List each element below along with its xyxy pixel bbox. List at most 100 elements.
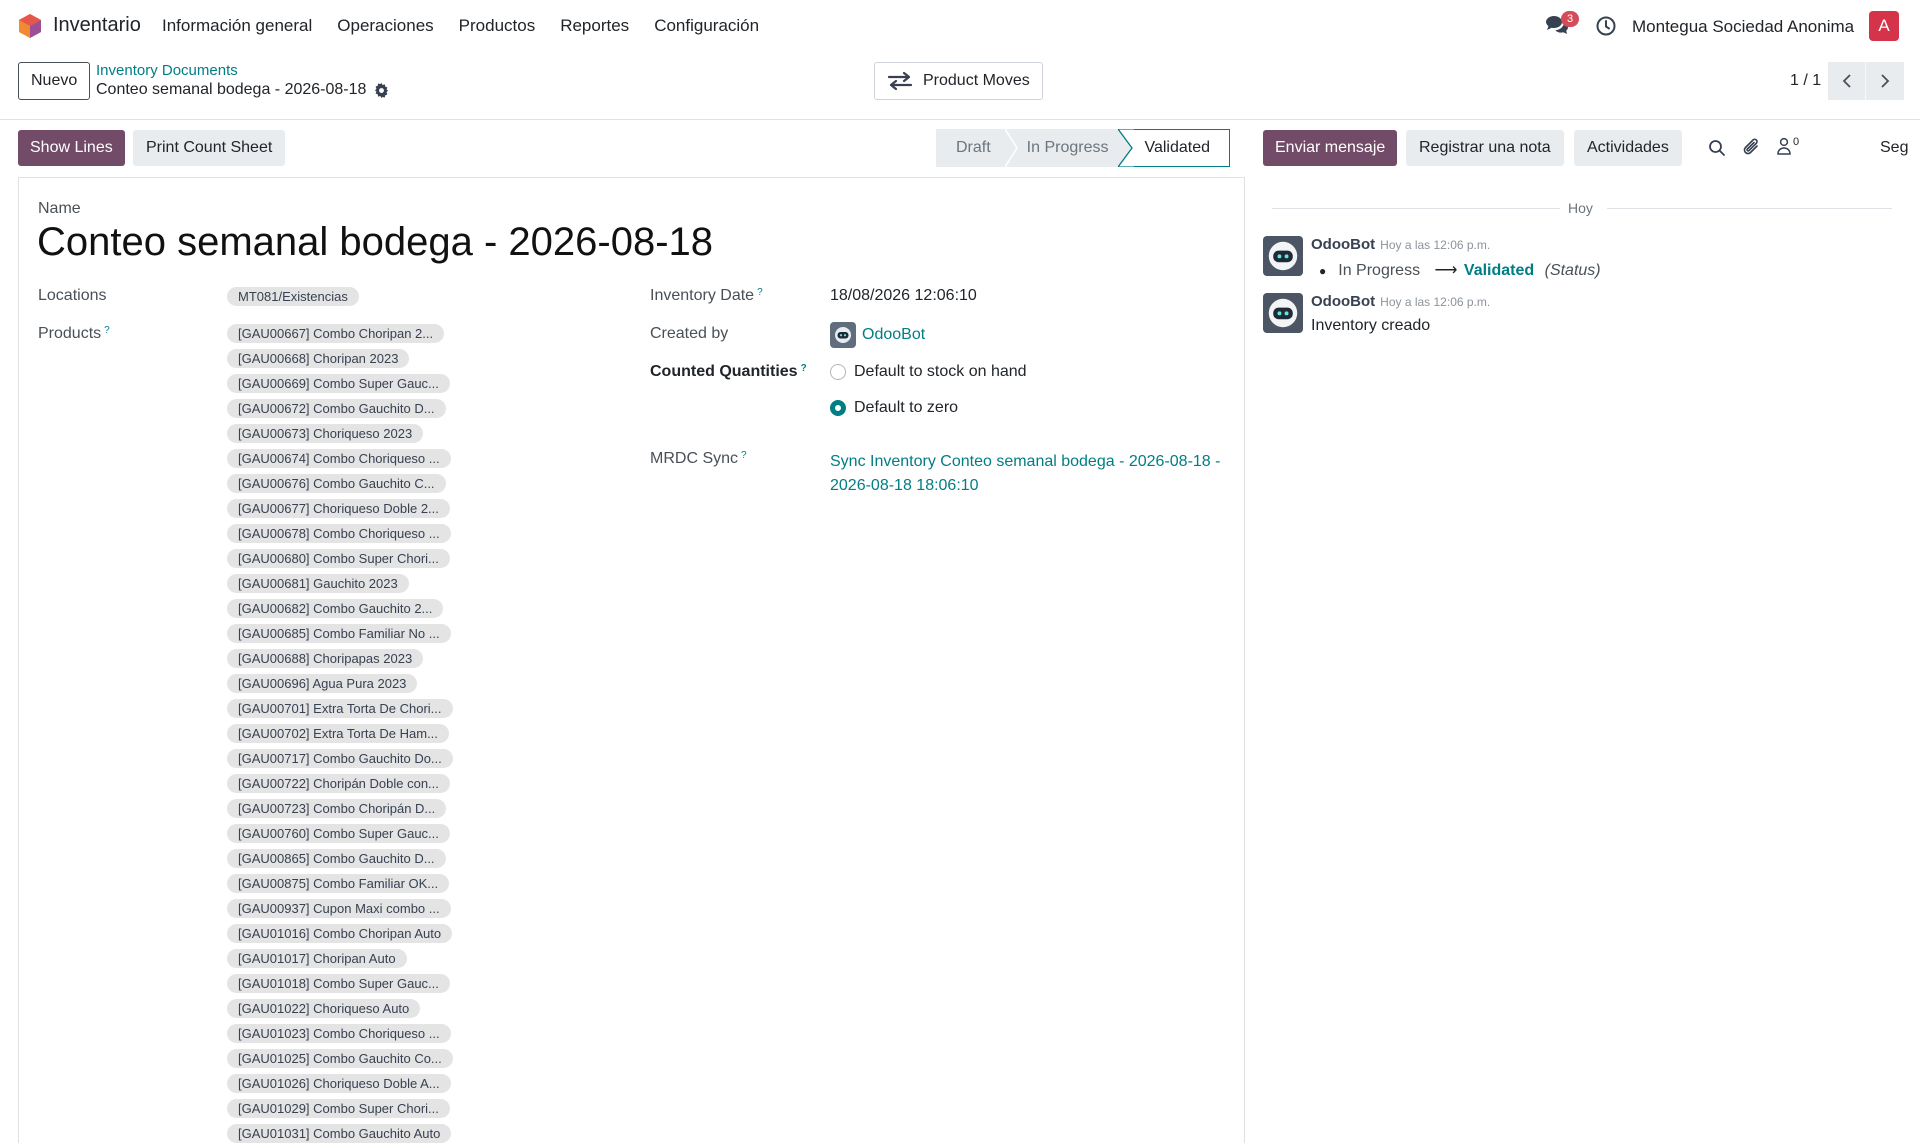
- bullet-icon: ●: [1319, 264, 1327, 278]
- radio-circle-checked[interactable]: [830, 400, 846, 416]
- product-tag[interactable]: [GAU00875] Combo Familiar OK...: [227, 874, 450, 893]
- gear-icon[interactable]: [374, 82, 389, 98]
- odoobot-avatar: [830, 322, 856, 348]
- products-label-wrap: Products?: [38, 325, 110, 343]
- product-tag[interactable]: [GAU00685] Combo Familiar No ...: [227, 624, 451, 643]
- product-tag[interactable]: [GAU00680] Combo Super Chori...: [227, 549, 450, 568]
- message-author[interactable]: OdooBot: [1311, 236, 1375, 253]
- stage-separator: [1004, 129, 1019, 167]
- product-tag[interactable]: [GAU00760] Combo Super Gauc...: [227, 824, 450, 843]
- followers-count: 0: [1793, 136, 1800, 148]
- mrdc-sync-help-icon[interactable]: ?: [741, 450, 747, 461]
- product-tag[interactable]: [GAU01017] Choripan Auto: [227, 949, 407, 968]
- robot-face-icon: [835, 327, 851, 343]
- counted-quantities-label: Counted Quantities: [650, 363, 798, 380]
- product-tag[interactable]: [GAU00673] Choriqueso 2023: [227, 424, 424, 443]
- day-separator: Hoy: [1272, 198, 1892, 218]
- menu-productos[interactable]: Productos: [459, 16, 536, 36]
- product-tag[interactable]: [GAU01023] Combo Choriqueso ...: [227, 1024, 451, 1043]
- messaging-button[interactable]: 3: [1545, 11, 1579, 40]
- radio-default-zero[interactable]: Default to zero: [830, 399, 958, 417]
- activity-button[interactable]: [1595, 15, 1617, 37]
- inventory-date-value[interactable]: 18/08/2026 12:06:10: [830, 287, 977, 305]
- product-tag[interactable]: [GAU01018] Combo Super Gauc...: [227, 974, 450, 993]
- product-tag[interactable]: [GAU00722] Choripán Doble con...: [227, 774, 450, 793]
- app-name[interactable]: Inventario: [53, 14, 141, 37]
- pager-previous-button[interactable]: [1828, 62, 1866, 100]
- log-note-button[interactable]: Registrar una nota: [1406, 130, 1564, 166]
- pager-value[interactable]: 1 / 1: [1790, 72, 1821, 90]
- product-tag[interactable]: [GAU01031] Combo Gauchito Auto: [227, 1124, 452, 1143]
- product-tag[interactable]: [GAU01029] Combo Super Chori...: [227, 1099, 450, 1118]
- message-author[interactable]: OdooBot: [1311, 293, 1375, 310]
- product-tag[interactable]: [GAU01025] Combo Gauchito Co...: [227, 1049, 453, 1068]
- menu-informacion-general[interactable]: Información general: [162, 16, 312, 36]
- activities-button[interactable]: Actividades: [1574, 130, 1682, 166]
- product-tag[interactable]: [GAU00667] Combo Choripan 2...: [227, 324, 445, 343]
- top-navbar: Inventario Información general Operacion…: [0, 0, 1920, 52]
- send-message-button[interactable]: Enviar mensaje: [1263, 130, 1398, 166]
- new-button[interactable]: Nuevo: [18, 62, 91, 100]
- menu-configuracion[interactable]: Configuración: [654, 16, 759, 36]
- radio-circle-unchecked[interactable]: [830, 364, 846, 380]
- product-tag[interactable]: [GAU00865] Combo Gauchito D...: [227, 849, 446, 868]
- product-tag[interactable]: [GAU00678] Combo Choriqueso ...: [227, 524, 451, 543]
- inventory-date-help-icon[interactable]: ?: [757, 287, 763, 298]
- show-lines-button[interactable]: Show Lines: [18, 130, 125, 166]
- unread-badge: 3: [1561, 11, 1579, 27]
- product-moves-button[interactable]: Product Moves: [874, 62, 1043, 100]
- paperclip-icon[interactable]: [1743, 137, 1761, 157]
- radio-default-stock[interactable]: Default to stock on hand: [830, 363, 1027, 381]
- product-tag[interactable]: [GAU00674] Combo Choriqueso ...: [227, 449, 451, 468]
- name-label: Name: [38, 200, 81, 217]
- product-tag[interactable]: [GAU00681] Gauchito 2023: [227, 574, 409, 593]
- product-tag[interactable]: [GAU00682] Combo Gauchito 2...: [227, 599, 444, 618]
- product-tag[interactable]: [GAU00677] Choriqueso Doble 2...: [227, 499, 450, 518]
- products-help-icon[interactable]: ?: [104, 325, 110, 336]
- stage-in-progress[interactable]: In Progress: [1018, 129, 1119, 167]
- product-tag[interactable]: [GAU00702] Extra Torta De Ham...: [227, 724, 449, 743]
- odoo-inventory-logo-icon[interactable]: [18, 13, 42, 39]
- robot-face-icon: [1268, 298, 1298, 328]
- odoobot-avatar[interactable]: [1263, 236, 1303, 276]
- product-tag[interactable]: [GAU00717] Combo Gauchito Do...: [227, 749, 453, 768]
- product-tag[interactable]: [GAU00672] Combo Gauchito D...: [227, 399, 446, 418]
- status-bar: Draft In Progress Validated: [936, 129, 1231, 167]
- odoobot-avatar[interactable]: [1263, 293, 1303, 333]
- product-tag[interactable]: [GAU00668] Choripan 2023: [227, 349, 410, 368]
- stage-draft[interactable]: Draft: [936, 129, 1005, 167]
- stage-validated[interactable]: Validated: [1134, 129, 1231, 167]
- location-tag[interactable]: MT081/Existencias: [227, 287, 359, 306]
- product-tag[interactable]: [GAU00696] Agua Pura 2023: [227, 674, 418, 693]
- clock-icon: [1596, 16, 1616, 36]
- mrdc-sync-link[interactable]: Sync Inventory Conteo semanal bodega - 2…: [830, 450, 1230, 498]
- product-tag[interactable]: [GAU00676] Combo Gauchito C...: [227, 474, 446, 493]
- product-tag[interactable]: [GAU00937] Cupon Maxi combo ...: [227, 899, 451, 918]
- product-tag[interactable]: [GAU01022] Choriqueso Auto: [227, 999, 421, 1018]
- company-switcher[interactable]: Montegua Sociedad Anonima: [1632, 17, 1854, 37]
- separator-line-left: [1272, 208, 1560, 209]
- counted-quantities-help-icon[interactable]: ?: [801, 363, 807, 374]
- product-tag[interactable]: [GAU00723] Combo Choripán D...: [227, 799, 447, 818]
- created-by-field[interactable]: OdooBot: [830, 322, 925, 348]
- pager-next-button[interactable]: [1866, 62, 1904, 100]
- product-tag[interactable]: [GAU00669] Combo Super Gauc...: [227, 374, 450, 393]
- product-tag[interactable]: [GAU01016] Combo Choripan Auto: [227, 924, 453, 943]
- print-count-sheet-button[interactable]: Print Count Sheet: [133, 130, 286, 166]
- product-tag[interactable]: [GAU01026] Choriqueso Doble A...: [227, 1074, 451, 1093]
- created-by-link[interactable]: OdooBot: [862, 326, 925, 344]
- search-icon[interactable]: [1708, 139, 1726, 157]
- follow-button[interactable]: Seg: [1880, 139, 1920, 157]
- product-moves-label: Product Moves: [923, 72, 1030, 89]
- menu-reportes[interactable]: Reportes: [560, 16, 629, 36]
- breadcrumb-parent[interactable]: Inventory Documents: [96, 62, 238, 79]
- mrdc-sync-label: MRDC Sync: [650, 450, 739, 467]
- product-tag[interactable]: [GAU00701] Extra Torta De Chori...: [227, 699, 453, 718]
- followers-button[interactable]: 0: [1776, 136, 1799, 156]
- menu-operaciones[interactable]: Operaciones: [337, 16, 433, 36]
- record-title[interactable]: Conteo semanal bodega - 2026-08-18: [37, 220, 713, 265]
- user-avatar[interactable]: A: [1869, 11, 1899, 41]
- product-tag[interactable]: [GAU00688] Choripapas 2023: [227, 649, 424, 668]
- pager-buttons: [1828, 62, 1904, 100]
- breadcrumb-current: Conteo semanal bodega - 2026-08-18: [96, 81, 389, 99]
